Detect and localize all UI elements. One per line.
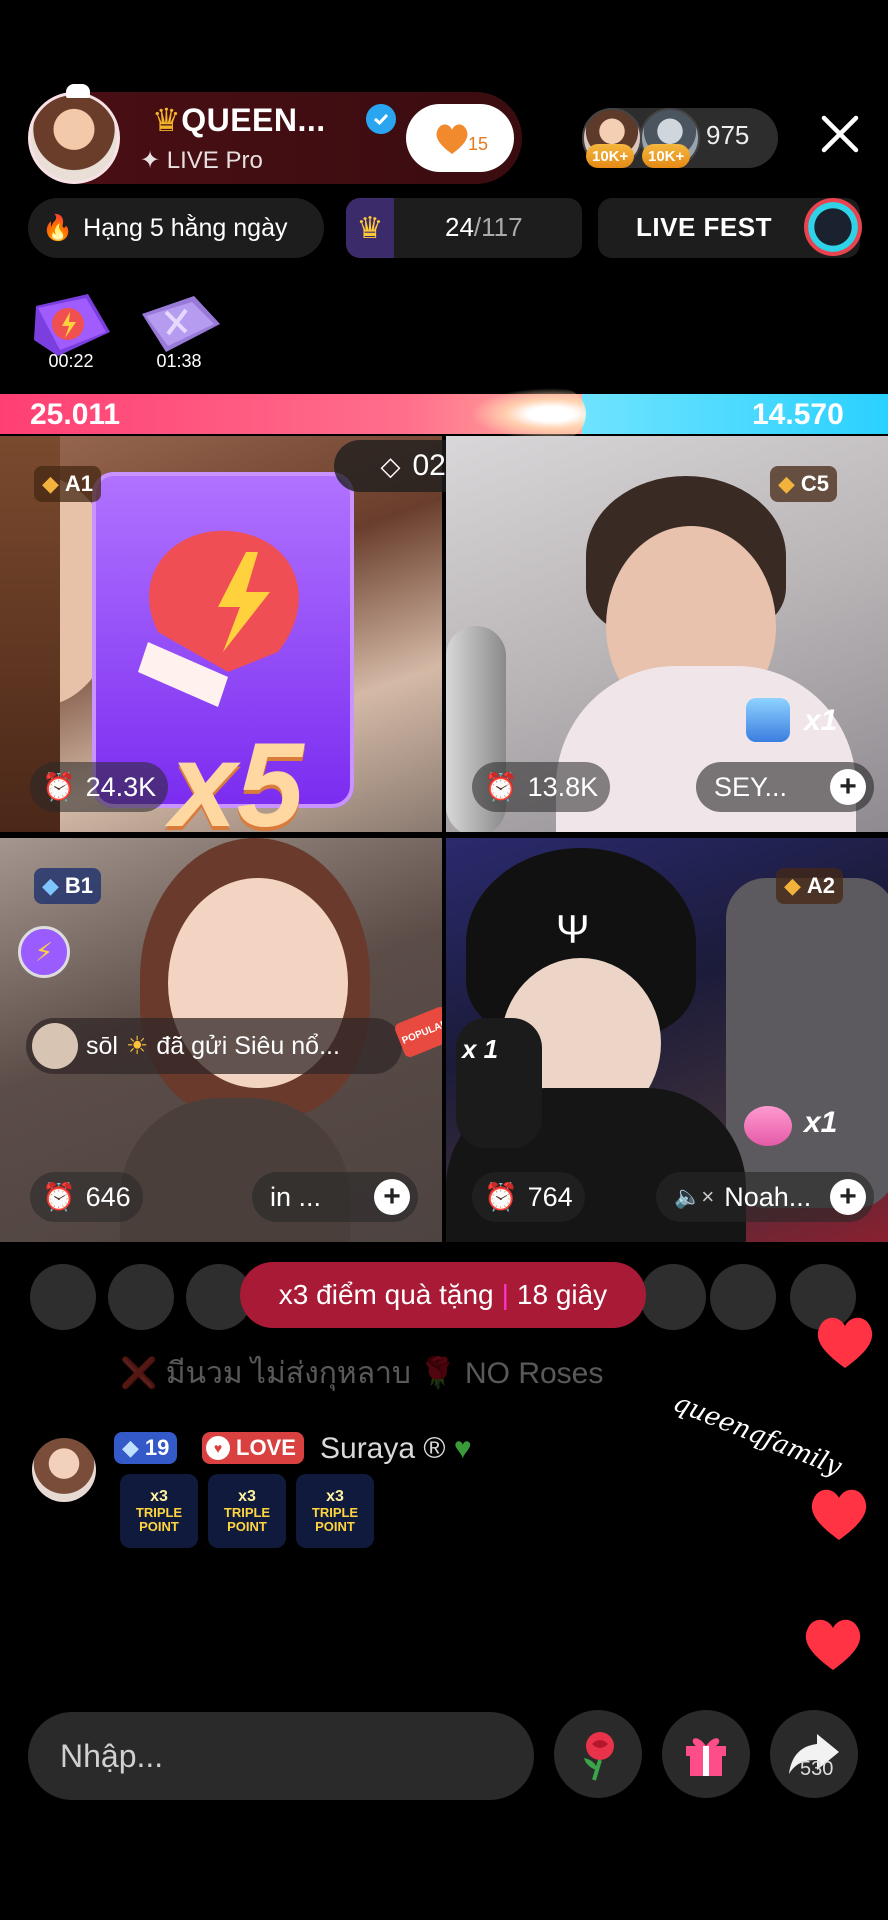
comment-input[interactable]	[28, 1712, 534, 1800]
comment-input-container[interactable]	[28, 1712, 534, 1800]
heart-box-icon: ⏰	[484, 1182, 518, 1212]
treasure-box[interactable]: 01:38	[136, 292, 222, 372]
x5-multiplier: x5	[170, 718, 304, 832]
video-tile-b1[interactable]: ◆ B1 ⚡ sōl ☀ đã gửi Siêu nổ... POPULAR ⏰ 64…	[0, 838, 442, 1242]
gift-icon	[686, 1738, 726, 1776]
love-badge: ♥ LOVE	[202, 1432, 304, 1464]
floating-heart-icon	[811, 1489, 867, 1540]
guest-name-pill[interactable]: SEY... +	[696, 762, 874, 812]
diamond-icon: ◆	[42, 873, 59, 898]
heart-box-icon: ⏰	[42, 1182, 76, 1212]
share-count: 530	[800, 1758, 834, 1780]
gift-button[interactable]	[662, 1710, 750, 1798]
heart-box-icon: ⏰	[484, 772, 518, 802]
bow-decoration-icon	[66, 84, 90, 98]
add-icon[interactable]: +	[374, 1179, 410, 1215]
lightning-box-icon	[34, 294, 110, 356]
sparkle-icon: ✦	[140, 147, 167, 174]
guest-name-pill[interactable]: in ... +	[252, 1172, 418, 1222]
level-badge: ◆ 19	[114, 1432, 178, 1464]
heart-follow-icon	[436, 124, 468, 154]
host-name: ♛QUEEN...	[152, 102, 326, 138]
diamond-icon: ◆	[784, 873, 801, 898]
diamond-icon: ◆	[122, 1435, 139, 1460]
rose-icon	[584, 1732, 614, 1781]
floating-heart-icon	[805, 1619, 861, 1670]
gifter-avatar[interactable]	[108, 1264, 174, 1330]
live-fest-icon	[804, 198, 862, 256]
rank-tag: ◆ C5	[770, 466, 838, 502]
triple-point-badge: x3 TRIPLE POINT	[208, 1474, 286, 1548]
host-subtitle: ✦ LIVE Pro	[140, 147, 263, 174]
like-count: ⏰ 764	[472, 1172, 585, 1222]
gift-combo: x1	[804, 704, 838, 737]
diamond-outline-icon: ◇	[380, 450, 401, 481]
trident-logo-icon: Ψ	[556, 908, 590, 952]
heart-icon: ♥	[206, 1436, 230, 1460]
box-timer: 00:22	[48, 351, 94, 371]
lightning-effect-icon: ⚡	[18, 926, 70, 978]
battle-spark-icon	[470, 388, 586, 440]
viewer-count[interactable]: 975	[706, 120, 749, 151]
league-progress: 24/117	[445, 212, 523, 242]
chair-shape	[726, 878, 888, 1208]
heart-gift-icon	[744, 1106, 792, 1146]
host-avatar[interactable]	[28, 92, 120, 184]
crown-icon: ♛	[152, 102, 182, 138]
triple-point-badge: x3 TRIPLE POINT	[120, 1474, 198, 1548]
gift-combo: x1	[804, 1106, 838, 1139]
viewer-badge: 10K+	[642, 144, 691, 168]
heart-box-icon: ⏰	[42, 772, 76, 802]
chat-user-avatar[interactable]	[32, 1438, 96, 1502]
add-icon[interactable]: +	[830, 769, 866, 805]
gift-box-icon	[142, 296, 220, 352]
boxing-glove-icon	[138, 530, 299, 707]
flame-icon: 🔥	[42, 213, 74, 242]
live-fest-label: LIVE FEST	[636, 212, 772, 242]
like-count: ⏰ 646	[30, 1172, 143, 1222]
floating-heart-icon	[817, 1317, 873, 1368]
video-tile-c5[interactable]: ◆ C5 x1 ⏰ 13.8K SEY... +	[446, 436, 888, 832]
guest-name-pill[interactable]: 🔈× Noah... +	[656, 1172, 874, 1222]
video-tile-a2[interactable]: Ψ ◆ A2 x 1 x1 ⏰ 764 🔈× Noah... +	[446, 838, 888, 1242]
gift-combo: x 1	[462, 1034, 499, 1064]
box-timer: 01:38	[156, 351, 202, 371]
share-button[interactable]	[770, 1710, 858, 1798]
gifter-avatar[interactable]	[640, 1264, 706, 1330]
diamond-icon: ◆	[778, 471, 795, 496]
gift-notification: sōl ☀ đã gửi Siêu nổ...	[26, 1018, 402, 1074]
viewer-badge: 10K+	[586, 144, 635, 168]
faded-chat-message: ❌ มีนวม ไม่ส่งกุหลาบ 🌹 NO Roses	[120, 1357, 604, 1390]
left-team-score: 25.011	[30, 398, 121, 431]
close-icon[interactable]	[818, 112, 862, 156]
like-count: ⏰ 13.8K	[472, 762, 611, 812]
rose-gift-button[interactable]	[554, 1710, 642, 1798]
sender-avatar	[32, 1023, 78, 1069]
gift-multiplier-banner[interactable]: x3 điểm quà tặng | 18 giây	[240, 1262, 646, 1328]
chat-username[interactable]: Suraya ® ♥	[320, 1432, 472, 1466]
like-count: ⏰ 24.3K	[30, 762, 169, 812]
rank-tag: ◆ A2	[776, 868, 844, 904]
verified-icon	[366, 104, 396, 134]
rank-tag: ◆ B1	[34, 868, 102, 904]
gifter-avatar[interactable]	[30, 1264, 96, 1330]
league-crown-icon: ♛	[346, 198, 394, 258]
follow-button[interactable]: 15	[406, 104, 514, 172]
right-team-score: 14.570	[752, 398, 844, 431]
daily-rank-pill[interactable]: 🔥 Hạng 5 hằng ngày	[28, 198, 324, 258]
diamond-icon: ◆	[42, 471, 59, 496]
gift-cube-icon	[746, 698, 790, 742]
gifter-avatar[interactable]	[710, 1264, 776, 1330]
add-icon[interactable]: +	[830, 1179, 866, 1215]
treasure-box[interactable]: 00:22	[28, 292, 114, 372]
rank-tag: ◆ A1	[34, 466, 102, 502]
triple-point-badge: x3 TRIPLE POINT	[296, 1474, 374, 1548]
video-tile-a1[interactable]: x5 ◆ A1 ⏰ 24.3K	[0, 436, 442, 832]
green-heart-icon: ♥	[445, 1432, 472, 1465]
watermark: queenqfamily	[668, 1387, 846, 1483]
muted-icon: 🔈×	[674, 1184, 715, 1209]
sun-icon: ☀	[125, 1032, 149, 1060]
